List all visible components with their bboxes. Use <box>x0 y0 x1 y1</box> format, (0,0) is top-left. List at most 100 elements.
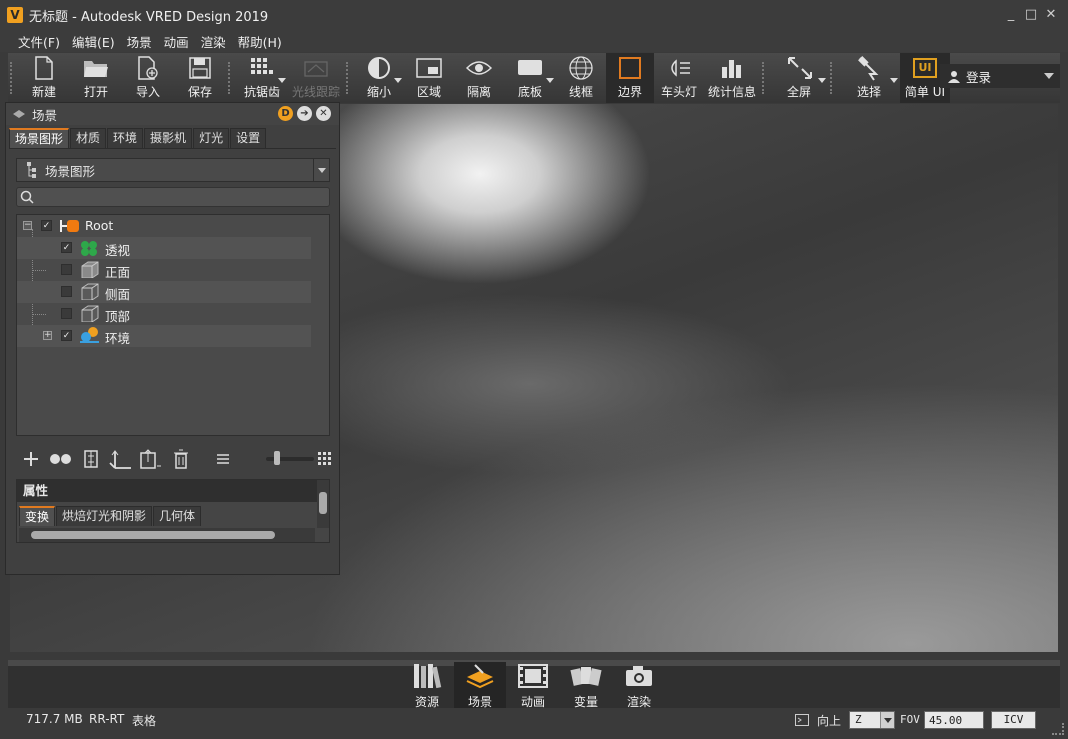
region-button[interactable]: 区域 <box>404 53 454 103</box>
fov-input[interactable] <box>924 711 984 729</box>
tab-settings[interactable]: 设置 <box>230 128 267 148</box>
chevron-down-icon <box>1044 73 1054 79</box>
horizontal-scrollbar[interactable] <box>19 528 315 542</box>
module-scene[interactable]: 场景 <box>454 662 506 714</box>
slider-thumb[interactable] <box>274 451 280 465</box>
menu-render[interactable]: 渲染 <box>195 32 232 51</box>
maximize-button[interactable]: □ <box>1024 7 1038 22</box>
chevron-down-icon[interactable] <box>313 159 329 181</box>
search-input[interactable] <box>37 189 325 205</box>
add-node-icon[interactable] <box>16 447 46 471</box>
clone-icon[interactable] <box>46 447 76 471</box>
dropdown-arrow-icon[interactable] <box>278 78 286 83</box>
transform-axes-icon[interactable] <box>106 447 136 471</box>
icv-button[interactable]: ICV <box>991 711 1036 729</box>
menu-scene[interactable]: 场景 <box>121 32 158 51</box>
arrow-right-icon[interactable]: ➔ <box>297 106 312 121</box>
tab-scenegraph[interactable]: 场景图形 <box>9 128 70 148</box>
floor-button[interactable]: 底板 <box>504 53 556 103</box>
menu-animation[interactable]: 动画 <box>158 32 195 51</box>
scene-tabs: 场景图形 材质 环境 摄影机 灯光 设置 <box>9 128 267 148</box>
dropdown-arrow-icon[interactable] <box>818 78 826 83</box>
new-file-icon <box>31 56 57 80</box>
scrollbar-thumb[interactable] <box>31 531 275 539</box>
toolbar-grip[interactable] <box>228 62 234 94</box>
menu-file[interactable]: 文件(F) <box>12 32 66 51</box>
isolate-button[interactable]: 隔离 <box>454 53 504 103</box>
tab-camera[interactable]: 摄影机 <box>144 128 193 148</box>
books-icon <box>412 662 442 690</box>
chevron-down-icon[interactable] <box>880 712 894 728</box>
module-render[interactable]: 渲染 <box>613 662 665 714</box>
module-assets[interactable]: 资源 <box>401 662 453 714</box>
tab-environment[interactable]: 环境 <box>107 128 144 148</box>
close-panel-icon[interactable]: ✕ <box>316 106 331 121</box>
dropdown-arrow-icon[interactable] <box>890 78 898 83</box>
statistics-button[interactable]: 统计信息 <box>704 53 760 103</box>
visibility-checkbox[interactable] <box>61 286 72 297</box>
close-button[interactable]: ✕ <box>1044 7 1058 22</box>
tree-row-perspective[interactable]: ✓ 透视 <box>17 237 311 259</box>
select-button[interactable]: 选择 <box>838 53 900 103</box>
module-variants[interactable]: 变量 <box>560 662 612 714</box>
toolbar-grip[interactable] <box>346 62 352 94</box>
bounds-button[interactable]: 边界 <box>606 53 654 103</box>
tree-hierarchy-icon <box>27 162 36 178</box>
tab-transform[interactable]: 变换 <box>19 506 56 526</box>
tab-baked-lighting[interactable]: 烘焙灯光和阴影 <box>56 506 153 526</box>
list-view-icon[interactable] <box>208 447 238 471</box>
minimize-button[interactable]: _ <box>1004 7 1018 22</box>
scenegraph-dropdown[interactable]: 场景图形 <box>16 158 330 182</box>
zoom-out-button[interactable]: 缩小 <box>354 53 404 103</box>
open-button[interactable]: 打开 <box>70 53 122 103</box>
vertical-scrollbar[interactable] <box>317 480 329 528</box>
tab-materials[interactable]: 材质 <box>70 128 107 148</box>
headlight-button[interactable]: 车头灯 <box>654 53 704 103</box>
toolbar-grip[interactable] <box>762 62 768 94</box>
new-button[interactable]: 新建 <box>18 53 70 103</box>
expand-icon[interactable]: + <box>43 331 52 340</box>
dropdown-arrow-icon[interactable] <box>394 78 402 83</box>
raytracing-button[interactable]: 光线跟踪 <box>288 53 344 103</box>
save-button[interactable]: 保存 <box>174 53 226 103</box>
export-node-icon[interactable] <box>136 447 166 471</box>
trash-icon[interactable] <box>166 447 196 471</box>
visibility-checkbox[interactable] <box>61 264 72 275</box>
import-button[interactable]: 导入 <box>122 53 174 103</box>
antialias-button[interactable]: 抗锯齿 <box>236 53 288 103</box>
tree-row-side[interactable]: 侧面 <box>17 281 311 303</box>
collapse-icon[interactable]: − <box>23 221 32 230</box>
panel-header[interactable]: 场景 D ➔ ✕ <box>6 103 339 125</box>
tree-row-front[interactable]: 正面 <box>17 259 311 281</box>
status-bar: 717.7 MB RR-RT 表格 向上 Z FOV ICV <box>0 708 1068 739</box>
properties-tabs: 变换 烘焙灯光和阴影 几何体 <box>19 506 202 526</box>
menu-help[interactable]: 帮助(H) <box>232 32 288 51</box>
tree-row-root[interactable]: − ✓ Root <box>17 215 311 237</box>
grid-view-icon[interactable] <box>310 447 340 471</box>
login-dropdown[interactable]: 登录 <box>940 64 1060 88</box>
scene-panel-icon <box>13 110 25 118</box>
visibility-checkbox[interactable]: ✓ <box>61 330 72 341</box>
up-axis-select[interactable]: Z <box>849 711 895 729</box>
camera-icon <box>625 662 653 690</box>
visibility-checkbox[interactable] <box>61 308 72 319</box>
wireframe-button[interactable]: 线框 <box>556 53 606 103</box>
tree-row-top[interactable]: 顶部 <box>17 303 311 325</box>
tree-row-environment[interactable]: + ✓ 环境 <box>17 325 311 347</box>
visibility-checkbox[interactable]: ✓ <box>41 220 52 231</box>
toolbar-grip[interactable] <box>10 62 16 94</box>
tab-geometry[interactable]: 几何体 <box>153 506 202 526</box>
fullscreen-button[interactable]: 全屏 <box>770 53 828 103</box>
toolbar-grip[interactable] <box>830 62 836 94</box>
module-animation[interactable]: 动画 <box>507 662 559 714</box>
group-icon[interactable] <box>76 447 106 471</box>
scrollbar-thumb[interactable] <box>319 492 327 514</box>
menu-edit[interactable]: 编辑(E) <box>66 32 121 51</box>
import-icon <box>135 56 161 80</box>
terminal-icon[interactable] <box>795 714 809 726</box>
resize-grip-icon[interactable] <box>1052 723 1064 735</box>
visibility-checkbox[interactable]: ✓ <box>61 242 72 253</box>
dock-badge-icon[interactable]: D <box>278 106 293 121</box>
dropdown-arrow-icon[interactable] <box>546 78 554 83</box>
tab-lights[interactable]: 灯光 <box>193 128 230 148</box>
